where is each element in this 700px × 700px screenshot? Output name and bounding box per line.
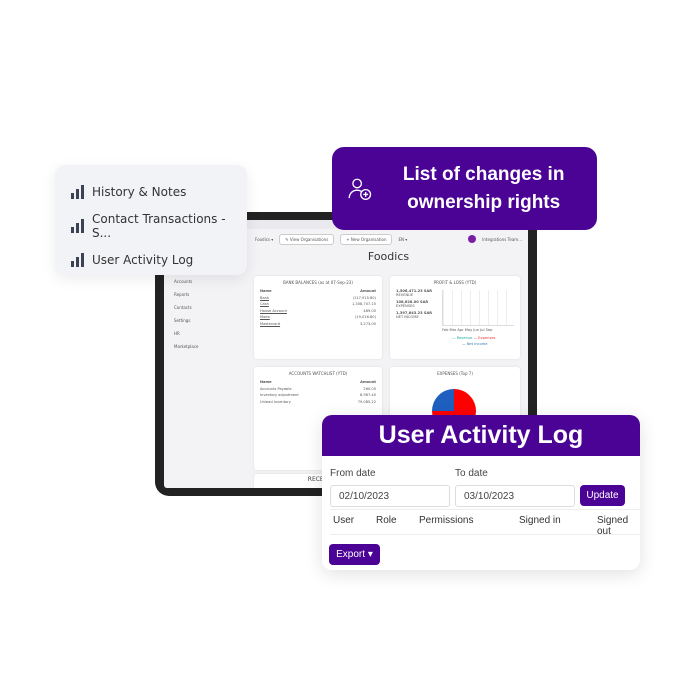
bar-chart-icon — [71, 185, 84, 199]
menu-item-user-activity-log[interactable]: User Activity Log — [71, 243, 231, 277]
row-name: Inventory adjustment — [260, 393, 299, 398]
card-title: EXPENSES (Top 7) — [437, 371, 473, 376]
to-date-label: To date — [455, 468, 488, 479]
sidebar-item-reports[interactable]: Reports — [164, 288, 249, 301]
col-amount: Amount — [360, 380, 376, 384]
page-title: Foodics — [367, 250, 410, 263]
to-date-input[interactable]: 03/10/2023 — [455, 485, 575, 507]
menu-item-label: History & Notes — [92, 185, 187, 199]
divider — [330, 534, 640, 535]
from-date-input[interactable]: 02/10/2023 — [330, 485, 450, 507]
language-dropdown[interactable]: EN ▾ — [398, 237, 407, 242]
row-amount: 79,085.22 — [357, 399, 376, 404]
sidebar-item-contacts[interactable]: Contacts — [164, 301, 249, 314]
net-income-label: NET INCOME — [396, 315, 419, 319]
card-title: ACCOUNTS WATCHLIST (YTD) — [288, 371, 348, 376]
col-name: Name — [260, 289, 272, 293]
col-user: User — [333, 515, 355, 526]
table-row: Accounts Payable 260.00 — [260, 387, 376, 391]
col-role: Role — [376, 515, 397, 526]
expenses-label: EXPENSES — [396, 304, 415, 308]
sidebar-item-marketplace[interactable]: Marketplace — [164, 340, 249, 353]
row-name[interactable]: Mada — [260, 315, 270, 319]
card-title: PROFIT & LOSS (YTD) — [433, 280, 477, 285]
row-amount: (117,915.80) — [352, 295, 376, 300]
table-row: Mastercard 3,273.00 — [260, 322, 376, 326]
table-row: House Account 489.00 — [260, 309, 376, 313]
pl-chart — [442, 290, 514, 326]
user-activity-log-panel: User Activity Log From date 02/10/2023 T… — [322, 415, 640, 570]
card-title: BANK BALANCES (as at 07-Sep-23) — [283, 280, 353, 285]
app-navbar: Foodics ▾ ✎ View Organisations + New Org… — [249, 232, 528, 246]
avatar[interactable] — [468, 235, 477, 243]
row-name[interactable]: Cash — [260, 302, 269, 306]
table-row: Bank (117,915.80) — [260, 296, 376, 300]
row-amount: 260.00 — [363, 386, 376, 391]
from-date-label: From date — [330, 468, 376, 479]
row-name: Unlead Inventory — [260, 399, 291, 404]
sidebar-item-hr[interactable]: HR — [164, 327, 249, 340]
sidebar-item-settings[interactable]: Settings — [164, 314, 249, 327]
legend-revenue: — Revenue — [452, 336, 473, 340]
sidebar: Accounts Reports Contacts Settings HR Ma… — [164, 275, 249, 353]
row-name[interactable]: Bank — [260, 296, 269, 300]
revenue-label: REVENUE — [396, 293, 414, 297]
table-row: Cash 1,308,707.15 — [260, 302, 376, 306]
update-button[interactable]: Update — [580, 485, 625, 506]
panel-title: User Activity Log — [322, 415, 640, 456]
col-permissions: Permissions — [419, 515, 474, 526]
new-organisation-button[interactable]: + New Organisation — [340, 233, 393, 245]
user-plus-icon — [348, 178, 372, 200]
user-name[interactable]: Integrations Team... — [482, 237, 522, 242]
row-amount: 489.00 — [363, 308, 376, 313]
divider — [330, 509, 640, 510]
view-organisations-button[interactable]: ✎ View Organisations — [279, 233, 335, 245]
table-row: Inventory adjustment 8,967.40 — [260, 393, 376, 397]
legend-net-income: — Net Income — [462, 342, 488, 346]
menu-item-label: User Activity Log — [92, 253, 194, 267]
col-amount: Amount — [360, 289, 376, 293]
table-row: Unlead Inventory 79,085.22 — [260, 400, 376, 404]
profit-loss-card: PROFIT & LOSS (YTD) 1,506,471.23 SAR REVE… — [390, 276, 520, 359]
legend-expenses: — Expenses — [473, 336, 496, 340]
row-amount: (19,016.80) — [354, 315, 376, 320]
menu-item-history-notes[interactable]: History & Notes — [71, 175, 231, 209]
banner-title: List of changes in ownership rights — [402, 163, 565, 213]
bar-chart-icon — [71, 219, 84, 233]
menu-item-contact-transactions[interactable]: Contact Transactions - S... — [71, 209, 231, 243]
month-labels: Feb Mar Apr May Jun Jul Sep — [442, 328, 493, 332]
row-amount: 8,967.40 — [359, 393, 376, 398]
row-name: Accounts Payable — [260, 386, 292, 391]
table-row: Mada (19,016.80) — [260, 315, 376, 319]
export-dropdown-button[interactable]: Export ▾ — [329, 544, 380, 565]
org-dropdown[interactable]: Foodics ▾ — [255, 237, 273, 242]
bank-balances-card: BANK BALANCES (as at 07-Sep-23) Name Amou… — [254, 276, 382, 359]
row-name[interactable]: House Account — [260, 309, 287, 313]
menu-item-label: Contact Transactions - S... — [92, 212, 226, 240]
col-name: Name — [260, 380, 272, 384]
ownership-changes-banner: List of changes in ownership rights — [332, 147, 597, 230]
row-amount: 3,273.00 — [359, 321, 376, 326]
row-amount: 1,308,707.15 — [351, 302, 376, 307]
row-name[interactable]: Mastercard — [260, 322, 280, 326]
history-menu-card: History & Notes Contact Transactions - S… — [55, 165, 247, 275]
bar-chart-icon — [71, 253, 84, 267]
col-signed-in: Signed in — [519, 515, 561, 526]
